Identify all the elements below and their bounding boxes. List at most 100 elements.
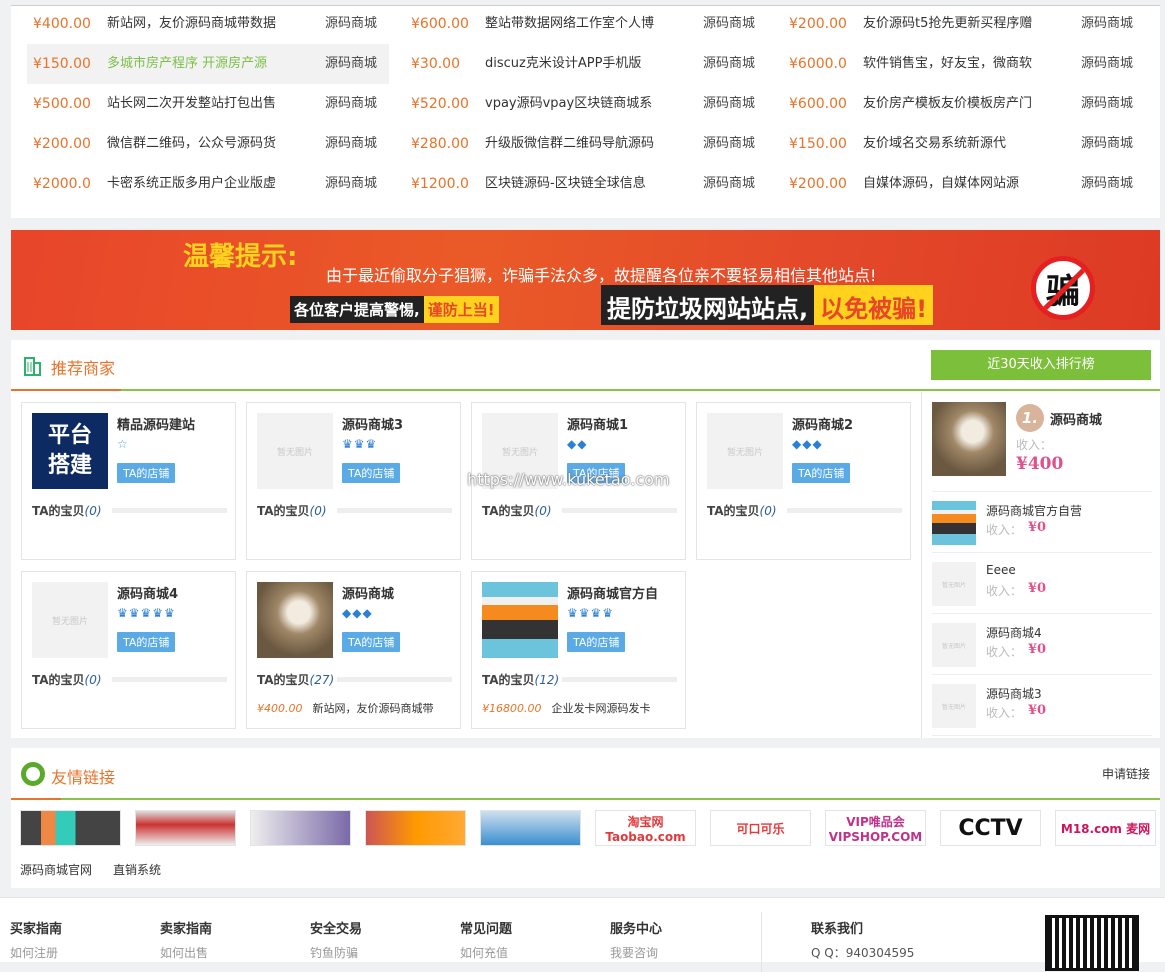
footer-link[interactable]: 如何出售 <box>160 944 208 961</box>
partner-logo[interactable]: M18.com 麦网 <box>1055 810 1156 846</box>
product-row[interactable]: ¥500.00 站长网二次开发整站打包出售 源码商城 <box>27 84 389 124</box>
visit-shop-button[interactable]: TA的店铺 <box>342 632 401 652</box>
ranking-item[interactable]: 暂无图片 Eeee 收入： ¥0 <box>932 553 1152 614</box>
product-row[interactable]: ¥600.00 友价房产模板友价模板房产门 源码商城 <box>783 84 1145 124</box>
goods-item[interactable]: ¥400.00 新站网，友价源码商城带 <box>257 700 434 716</box>
ranking-item[interactable]: 暂无图片 源码商城3 收入： ¥0 <box>932 675 1152 736</box>
footer-link[interactable]: 如何充值 <box>460 944 508 961</box>
partner-logo[interactable]: CCTV <box>940 810 1041 846</box>
merchant-name[interactable]: 源码商城4 <box>117 583 178 602</box>
merchant-photo[interactable] <box>257 582 333 658</box>
product-shop[interactable]: 源码商城 <box>703 164 755 204</box>
ranking-item[interactable]: 源码商城官方自营 收入： ¥0 <box>932 492 1152 553</box>
product-row[interactable]: ¥280.00 升级版微信群二维码导航源码 源码商城 <box>405 124 767 164</box>
product-title[interactable]: 多城市房产程序 开源房产源 <box>107 44 267 84</box>
product-title[interactable]: 卡密系统正版多用户企业版虚 <box>107 164 276 204</box>
merchant-thumbnail[interactable]: 暂无图片 <box>32 582 108 658</box>
product-shop[interactable]: 源码商城 <box>325 84 377 124</box>
product-title[interactable]: discuz克米设计APP手机版 <box>485 44 641 84</box>
product-title[interactable]: 友价源码t5抢先更新买程序赠 <box>863 4 1032 44</box>
merchant-name[interactable]: 精品源码建站 <box>117 414 195 433</box>
apply-link[interactable]: 申请链接 <box>1102 765 1150 782</box>
product-title[interactable]: 友价域名交易系统新源代 <box>863 124 1006 164</box>
product-row[interactable]: ¥400.00 新站网，友价源码商城带数据 源码商城 <box>27 4 389 44</box>
product-row[interactable]: ¥150.00 多城市房产程序 开源房产源 源码商城 <box>27 44 389 84</box>
merchant-name[interactable]: 源码商城官方自 <box>567 583 658 602</box>
footer-link[interactable]: 如何注册 <box>10 944 58 961</box>
product-shop[interactable]: 源码商城 <box>1081 44 1133 84</box>
merchant-name[interactable]: 源码商城4 <box>986 624 1042 641</box>
merchant-screenshot[interactable] <box>482 582 558 658</box>
product-row[interactable]: ¥200.00 友价源码t5抢先更新买程序赠 源码商城 <box>783 4 1145 44</box>
merchant-name[interactable]: 源码商城2 <box>792 414 853 433</box>
product-shop[interactable]: 源码商城 <box>703 44 755 84</box>
goods-item[interactable]: ¥16800.00 企业发卡网源码发卡 <box>482 700 651 716</box>
goods-item-title[interactable]: 企业发卡网源码发卡 <box>552 702 651 715</box>
ranking-item-top[interactable]: 1. 源码商城 收入： ¥400 <box>932 392 1152 492</box>
product-shop[interactable]: 源码商城 <box>1081 84 1133 124</box>
goods-item-title[interactable]: 新站网，友价源码商城带 <box>313 702 434 715</box>
product-shop[interactable]: 源码商城 <box>1081 124 1133 164</box>
product-shop[interactable]: 源码商城 <box>703 4 755 44</box>
product-row[interactable]: ¥600.00 整站带数据网络工作室个人博 源码商城 <box>405 4 767 44</box>
product-row[interactable]: ¥1200.0 区块链源码-区块链全球信息 源码商城 <box>405 164 767 204</box>
product-row[interactable]: ¥30.00 discuz克米设计APP手机版 源码商城 <box>405 44 767 84</box>
product-title[interactable]: 微信群二维码，公众号源码货 <box>107 124 276 164</box>
merchant-name[interactable]: 源码商城3 <box>342 414 403 433</box>
text-link[interactable]: 源码商城官网 <box>20 861 92 878</box>
merchant-name[interactable]: Eeee <box>986 563 1016 577</box>
merchant-thumbnail[interactable]: 暂无图片 <box>932 562 976 606</box>
visit-shop-button[interactable]: TA的店铺 <box>117 632 176 652</box>
product-shop[interactable]: 源码商城 <box>325 124 377 164</box>
merchant-thumbnail[interactable]: 平台搭建 <box>32 413 108 489</box>
product-shop[interactable]: 源码商城 <box>325 44 377 84</box>
merchant-thumbnail[interactable]: 暂无图片 <box>257 413 333 489</box>
merchant-name[interactable]: 源码商城1 <box>567 414 628 433</box>
merchant-screenshot[interactable] <box>932 501 976 545</box>
text-link[interactable]: 直销系统 <box>113 861 161 878</box>
merchant-thumbnail[interactable]: 暂无图片 <box>707 413 783 489</box>
merchant-name[interactable]: 源码商城官方自营 <box>986 502 1082 519</box>
partner-banner-image[interactable] <box>20 810 121 846</box>
visit-shop-button[interactable]: TA的店铺 <box>792 463 851 483</box>
partner-logo[interactable]: 淘宝网 Taobao.com <box>595 810 696 846</box>
merchant-name[interactable]: 源码商城 <box>1050 409 1102 428</box>
product-shop[interactable]: 源码商城 <box>1081 164 1133 204</box>
partner-banner-image[interactable] <box>480 810 581 846</box>
partner-logo[interactable]: 可口可乐 <box>710 810 811 846</box>
product-title[interactable]: 站长网二次开发整站打包出售 <box>107 84 276 124</box>
product-row[interactable]: ¥200.00 微信群二维码，公众号源码货 源码商城 <box>27 124 389 164</box>
product-shop[interactable]: 源码商城 <box>1081 4 1133 44</box>
merchant-name[interactable]: 源码商城3 <box>986 685 1042 702</box>
product-title[interactable]: vpay源码vpay区块链商城系 <box>485 84 652 124</box>
product-title[interactable]: 自媒体源码，自媒体网站源 <box>863 164 1019 204</box>
product-title[interactable]: 整站带数据网络工作室个人博 <box>485 4 654 44</box>
ranking-item[interactable]: 暂无图片 源码商城4 收入： ¥0 <box>932 614 1152 675</box>
visit-shop-button[interactable]: TA的店铺 <box>567 632 626 652</box>
merchant-name[interactable]: 源码商城 <box>342 583 394 602</box>
partner-logo[interactable]: VIP唯品会 VIPSHOP.COM <box>825 810 926 846</box>
product-title[interactable]: 升级版微信群二维码导航源码 <box>485 124 654 164</box>
product-row[interactable]: ¥2000.0 卡密系统正版多用户企业版虚 源码商城 <box>27 164 389 204</box>
partner-banner-image[interactable] <box>365 810 466 846</box>
product-title[interactable]: 友价房产模板友价模板房产门 <box>863 84 1032 124</box>
footer-link[interactable]: 我要咨询 <box>610 944 658 961</box>
visit-shop-button[interactable]: TA的店铺 <box>342 463 401 483</box>
product-shop[interactable]: 源码商城 <box>703 124 755 164</box>
product-title[interactable]: 软件销售宝，好友宝，微商软 <box>863 44 1032 84</box>
merchant-thumbnail[interactable]: 暂无图片 <box>932 684 976 728</box>
product-shop[interactable]: 源码商城 <box>325 4 377 44</box>
product-title[interactable]: 新站网，友价源码商城带数据 <box>107 4 276 44</box>
product-row[interactable]: ¥6000.0 软件销售宝，好友宝，微商软 源码商城 <box>783 44 1145 84</box>
visit-shop-button[interactable]: TA的店铺 <box>117 463 176 483</box>
product-row[interactable]: ¥520.00 vpay源码vpay区块链商城系 源码商城 <box>405 84 767 124</box>
merchant-thumbnail[interactable]: 暂无图片 <box>932 623 976 667</box>
income-ranking-button[interactable]: 近30天收入排行榜 <box>931 350 1151 380</box>
product-row[interactable]: ¥200.00 自媒体源码，自媒体网站源 源码商城 <box>783 164 1145 204</box>
partner-banner-image[interactable] <box>250 810 351 846</box>
product-shop[interactable]: 源码商城 <box>325 164 377 204</box>
product-row[interactable]: ¥150.00 友价域名交易系统新源代 源码商城 <box>783 124 1145 164</box>
partner-banner-image[interactable] <box>135 810 236 846</box>
product-shop[interactable]: 源码商城 <box>703 84 755 124</box>
footer-link[interactable]: 钓鱼防骗 <box>310 944 358 961</box>
